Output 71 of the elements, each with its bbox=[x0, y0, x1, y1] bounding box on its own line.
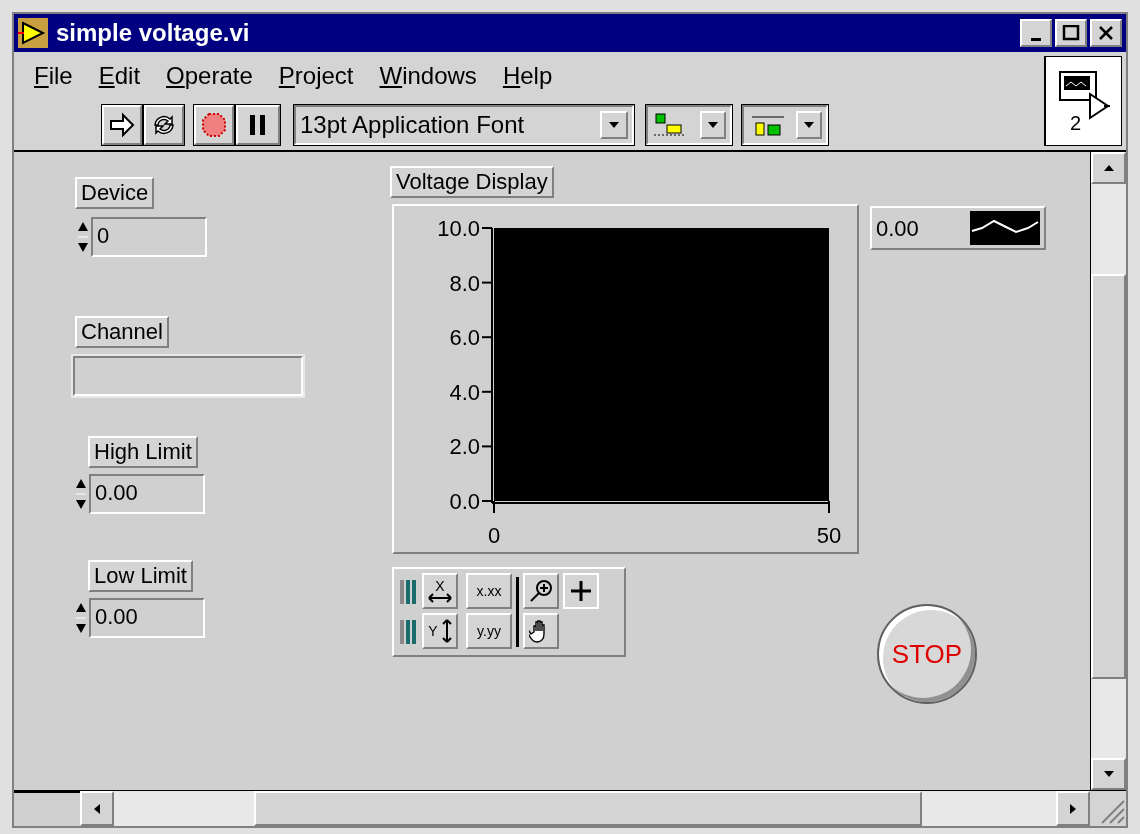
y-tick-label: 10.0 bbox=[437, 216, 480, 241]
y-tick-label: 6.0 bbox=[449, 325, 480, 351]
menu-item[interactable]: Help bbox=[502, 58, 553, 94]
numeric-field[interactable]: 0 bbox=[91, 217, 207, 257]
control-label: Channel bbox=[75, 316, 169, 348]
control-label: High Limit bbox=[88, 436, 198, 468]
scroll-up-button[interactable] bbox=[1091, 152, 1126, 184]
scroll-thumb[interactable] bbox=[1091, 274, 1126, 679]
run-continuously-button[interactable] bbox=[144, 105, 184, 145]
control-label: Device bbox=[75, 177, 155, 209]
stop-sign-icon bbox=[201, 112, 227, 138]
numeric-field[interactable]: 0.00 bbox=[89, 474, 205, 514]
close-icon bbox=[1097, 25, 1115, 41]
horizontal-scrollbar[interactable] bbox=[80, 791, 1090, 826]
connector-pane[interactable]: 2 bbox=[1044, 56, 1122, 146]
zoom-tool[interactable] bbox=[523, 573, 559, 609]
down-arrow-icon bbox=[1103, 771, 1114, 777]
font-dropdown[interactable]: 13pt Application Font bbox=[294, 105, 634, 145]
vi-icon bbox=[18, 18, 48, 48]
dropdown-arrow-icon bbox=[609, 122, 619, 128]
y-tick-label: 4.0 bbox=[449, 379, 480, 405]
arrow-icon bbox=[109, 112, 135, 138]
menu-item[interactable]: Operate bbox=[166, 58, 253, 94]
vertical-scrollbar[interactable] bbox=[1090, 152, 1126, 790]
dropdown-arrow-icon bbox=[804, 122, 814, 128]
menu-item[interactable]: File bbox=[34, 58, 73, 94]
vertical-arrows-icon bbox=[441, 619, 452, 643]
menu-item[interactable]: Windows bbox=[379, 58, 477, 94]
close-button[interactable] bbox=[1090, 19, 1122, 47]
y-scale-button[interactable]: Y bbox=[422, 613, 458, 649]
abort-button[interactable] bbox=[194, 105, 234, 145]
y-tick-label: 2.0 bbox=[449, 434, 480, 460]
scroll-down-button[interactable] bbox=[1091, 758, 1126, 790]
x-format-button[interactable]: x.xx bbox=[466, 573, 512, 609]
scroll-left-button[interactable] bbox=[80, 791, 114, 826]
menu-item[interactable]: Project bbox=[278, 58, 354, 94]
pause-icon bbox=[248, 114, 268, 136]
x-scale-button[interactable]: X bbox=[422, 573, 458, 609]
up-arrow-icon bbox=[1103, 165, 1114, 171]
control-label: Voltage Display bbox=[390, 166, 554, 198]
crosshair-icon bbox=[570, 580, 592, 602]
run-button[interactable] bbox=[102, 105, 142, 145]
scroll-right-button[interactable] bbox=[1056, 791, 1090, 826]
digital-value: 0.00 bbox=[876, 214, 919, 243]
dropdown-arrow-icon bbox=[708, 122, 718, 128]
minimize-icon bbox=[1031, 38, 1041, 41]
left-arrow-icon bbox=[94, 803, 100, 814]
menu-item[interactable]: Edit bbox=[98, 58, 141, 94]
distribute-objects-dropdown[interactable] bbox=[742, 105, 828, 145]
right-arrow-icon bbox=[1070, 803, 1076, 814]
stop-button[interactable]: STOP bbox=[877, 604, 977, 704]
y-format-button[interactable]: y.yy bbox=[466, 613, 512, 649]
horizontal-arrows-icon bbox=[428, 593, 452, 603]
channel-field[interactable] bbox=[73, 356, 303, 396]
pan-tool[interactable] bbox=[523, 613, 559, 649]
control-label: Low Limit bbox=[88, 560, 193, 592]
cursor-tool[interactable] bbox=[563, 573, 599, 609]
pause-button[interactable] bbox=[236, 105, 280, 145]
scroll-thumb[interactable] bbox=[254, 791, 922, 826]
maximize-button[interactable] bbox=[1055, 19, 1087, 47]
plot-legend-icon bbox=[970, 211, 1040, 245]
x-tick-label: 50 bbox=[816, 523, 842, 548]
y-tick-label: 8.0 bbox=[449, 270, 480, 296]
numeric-field[interactable]: 0.00 bbox=[89, 598, 205, 638]
y-tick-label: 0.0 bbox=[449, 489, 480, 514]
maximize-icon bbox=[1062, 25, 1080, 41]
zoom-icon bbox=[528, 578, 554, 604]
minimize-button[interactable] bbox=[1020, 19, 1052, 47]
align-objects-dropdown[interactable] bbox=[646, 105, 732, 145]
window-title: simple voltage.vi bbox=[56, 18, 250, 48]
x-tick-label: 0 bbox=[487, 523, 501, 548]
